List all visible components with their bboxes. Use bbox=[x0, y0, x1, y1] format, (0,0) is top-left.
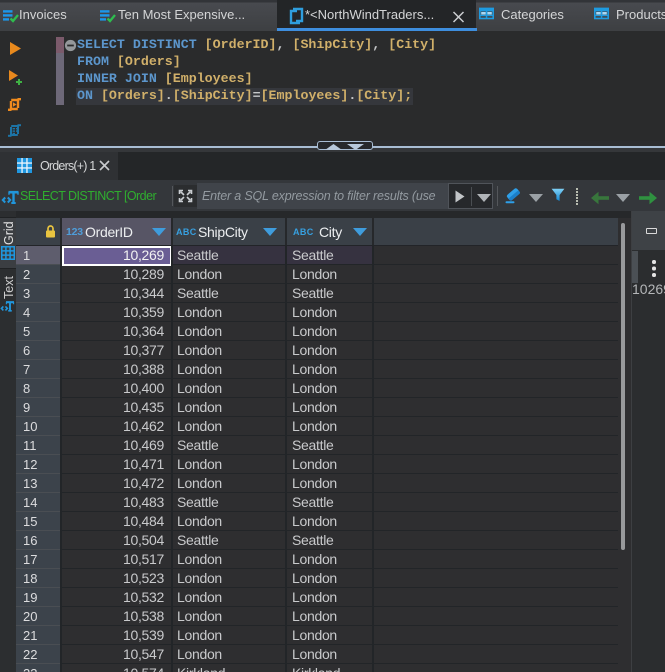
svg-text:Text: Text bbox=[2, 276, 16, 299]
svg-text:Grid: Grid bbox=[2, 221, 16, 245]
